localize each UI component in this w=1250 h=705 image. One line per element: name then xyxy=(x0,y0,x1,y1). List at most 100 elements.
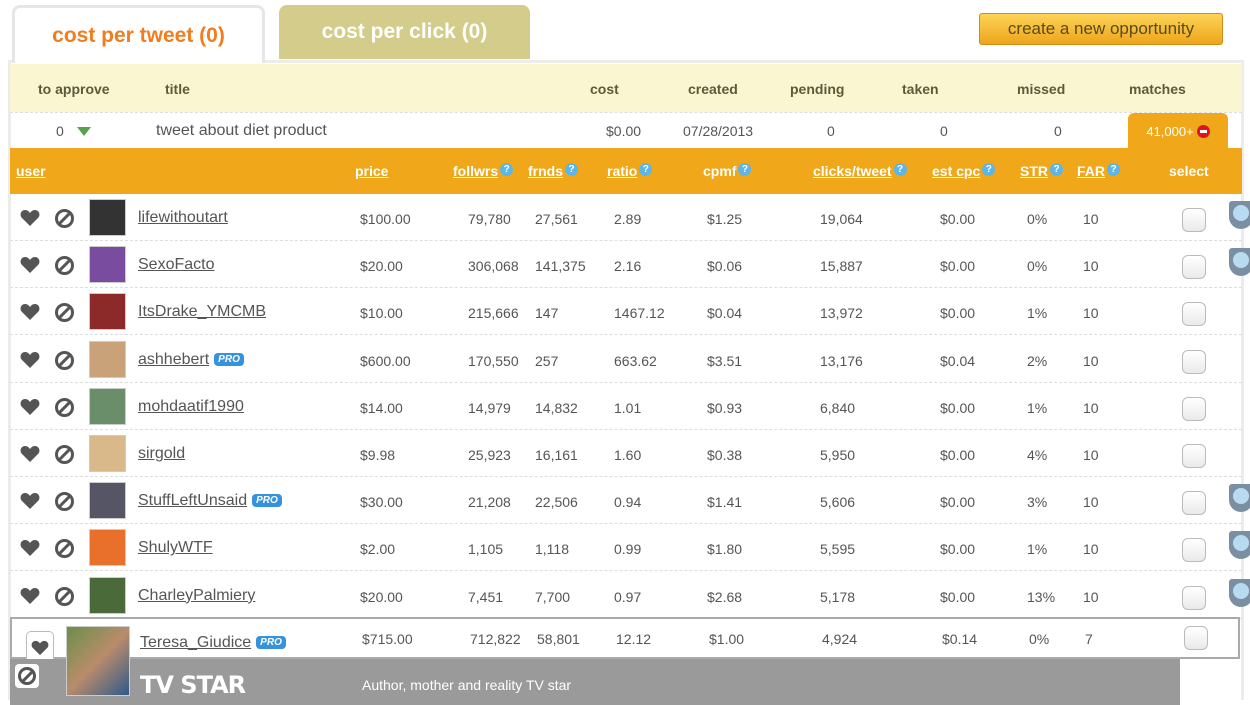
sort-str[interactable]: STR xyxy=(1020,163,1048,179)
block-icon[interactable] xyxy=(55,256,74,276)
shield-icon[interactable] xyxy=(1229,484,1250,513)
avatar[interactable] xyxy=(66,626,130,696)
user-name-link[interactable]: StuffLeftUnsaid PRO xyxy=(138,492,282,510)
heart-icon[interactable] xyxy=(20,303,40,321)
clicks-value: 5,178 xyxy=(820,588,856,605)
block-icon[interactable] xyxy=(55,586,74,606)
select-checkbox[interactable] xyxy=(1182,208,1206,232)
shield-icon[interactable] xyxy=(1229,201,1250,229)
tab-cost-per-tweet[interactable]: cost per tweet (0) xyxy=(12,5,265,63)
friends-value: 147 xyxy=(535,305,559,322)
user-name-link[interactable]: ShulyWTF xyxy=(138,539,213,557)
user-row[interactable]: ItsDrake_YMCMB $10.00 215,666 147 1467.12 $0.… xyxy=(10,288,1242,336)
expanded-user-row[interactable]: Teresa_Giudice PRO $715.00 712,822 58,801… xyxy=(10,617,1240,665)
user-name-link[interactable]: ashhebert PRO xyxy=(138,351,244,369)
block-icon[interactable] xyxy=(55,350,74,370)
select-checkbox[interactable] xyxy=(1182,538,1206,563)
select-checkbox[interactable] xyxy=(1182,349,1206,374)
price-value: $600.00 xyxy=(360,352,411,369)
help-icon[interactable]: ? xyxy=(500,163,514,176)
sort-price[interactable]: price xyxy=(355,163,388,179)
select-checkbox[interactable] xyxy=(1182,491,1206,516)
user-name-link[interactable]: CharleyPalmiery xyxy=(138,587,255,605)
remove-icon[interactable] xyxy=(1196,124,1210,138)
avatar[interactable] xyxy=(89,340,126,378)
heart-icon[interactable] xyxy=(20,539,40,557)
heart-icon[interactable] xyxy=(20,256,40,274)
help-icon[interactable]: ? xyxy=(893,163,907,176)
heart-icon[interactable] xyxy=(20,398,40,416)
heart-icon[interactable] xyxy=(20,492,40,510)
expand-arrow-icon[interactable] xyxy=(77,127,91,136)
select-checkbox[interactable] xyxy=(1182,255,1206,280)
user-row[interactable]: lifewithoutart $100.00 79,780 27,561 2.89 $1.… xyxy=(10,194,1250,241)
sort-ratio[interactable]: ratio xyxy=(607,163,637,179)
user-row[interactable]: ShulyWTF $2.00 1,105 1,118 0.99 $1.80 5,595 $0.… xyxy=(10,524,1250,572)
user-row[interactable]: CharleyPalmiery $20.00 7,451 7,700 0.97 $2.68… xyxy=(10,572,1250,619)
avatar[interactable] xyxy=(89,199,126,236)
str-value: 3% xyxy=(1027,494,1048,511)
heart-icon[interactable] xyxy=(20,209,40,227)
avatar[interactable] xyxy=(89,293,126,331)
shield-icon[interactable] xyxy=(1229,248,1250,277)
select-checkbox[interactable] xyxy=(1182,444,1206,468)
user-row[interactable]: mohdaatif1990 $14.00 14,979 14,832 1.01 $0.93… xyxy=(10,383,1242,430)
user-detail-bar: TV STAR Author, mother and reality TV st… xyxy=(10,659,1180,705)
block-icon[interactable] xyxy=(55,397,74,417)
create-opportunity-button[interactable]: create a new opportunity xyxy=(979,13,1223,45)
help-icon[interactable]: ? xyxy=(1107,163,1120,176)
sort-frnds[interactable]: frnds xyxy=(528,163,563,179)
help-icon[interactable]: ? xyxy=(1050,163,1063,176)
avatar[interactable] xyxy=(89,529,126,567)
sort-clicks-tweet[interactable]: clicks/tweet xyxy=(813,163,892,179)
matches-badge[interactable]: 41,000+ xyxy=(1128,113,1228,149)
block-icon[interactable] xyxy=(55,209,74,228)
user-row[interactable]: ashhebert PRO $600.00 170,550 257 663.62 $3.51… xyxy=(10,336,1242,383)
sort-follwrs[interactable]: follwrs xyxy=(453,163,498,179)
clicks-value: 6,840 xyxy=(820,399,856,416)
missed-value: 0 xyxy=(1054,123,1062,139)
sort-far[interactable]: FAR xyxy=(1077,163,1105,179)
user-name-link[interactable]: sirgold xyxy=(138,445,185,463)
select-checkbox[interactable] xyxy=(1182,302,1206,327)
block-button[interactable] xyxy=(15,664,39,688)
user-name-link[interactable]: Teresa_Giudice PRO xyxy=(140,634,286,652)
help-icon[interactable]: ? xyxy=(982,163,996,176)
tab-cost-per-click[interactable]: cost per click (0) xyxy=(279,5,530,59)
block-icon[interactable] xyxy=(55,539,74,559)
matches-value: 41,000+ xyxy=(1146,123,1194,139)
help-icon[interactable]: ? xyxy=(565,163,578,176)
user-row[interactable]: sirgold $9.98 25,923 16,161 1.60 $0.38 5,950 $0… xyxy=(10,430,1242,477)
avatar[interactable] xyxy=(89,387,126,425)
user-name-link[interactable]: lifewithoutart xyxy=(138,209,228,227)
sort-est-cpc[interactable]: est cpc xyxy=(932,163,980,179)
block-icon[interactable] xyxy=(55,492,74,512)
sort-user[interactable]: user xyxy=(16,163,46,179)
shield-icon[interactable] xyxy=(1229,531,1250,560)
followers-value: 25,923 xyxy=(468,447,511,463)
user-name-link[interactable]: SexoFacto xyxy=(138,256,214,274)
avatar[interactable] xyxy=(89,246,126,284)
heart-icon[interactable] xyxy=(20,351,40,369)
col-missed: missed xyxy=(1017,81,1066,97)
avatar[interactable] xyxy=(89,576,126,614)
far-value: 10 xyxy=(1083,399,1099,416)
user-row[interactable]: StuffLeftUnsaid PRO $30.00 21,208 22,506 0.94… xyxy=(10,477,1250,525)
user-row[interactable]: SexoFacto $20.00 306,068 141,375 2.16 $0.06 15… xyxy=(10,241,1250,289)
avatar[interactable] xyxy=(89,482,126,520)
opportunity-row[interactable]: 0 tweet about diet product $0.00 07/28/2… xyxy=(10,112,1242,149)
user-name-link[interactable]: ItsDrake_YMCMB xyxy=(138,303,266,321)
heart-icon[interactable] xyxy=(20,587,40,605)
avatar[interactable] xyxy=(89,435,126,472)
help-icon[interactable]: ? xyxy=(738,163,752,176)
shield-icon[interactable] xyxy=(1229,578,1250,607)
select-checkbox[interactable] xyxy=(1182,396,1206,421)
price-value: $10.00 xyxy=(360,305,403,322)
help-icon[interactable]: ? xyxy=(639,163,653,176)
select-checkbox[interactable] xyxy=(1184,626,1208,650)
user-name-link[interactable]: mohdaatif1990 xyxy=(138,398,244,416)
block-icon[interactable] xyxy=(55,303,74,323)
heart-icon[interactable] xyxy=(20,445,40,463)
select-checkbox[interactable] xyxy=(1182,585,1206,610)
block-icon[interactable] xyxy=(55,445,74,464)
